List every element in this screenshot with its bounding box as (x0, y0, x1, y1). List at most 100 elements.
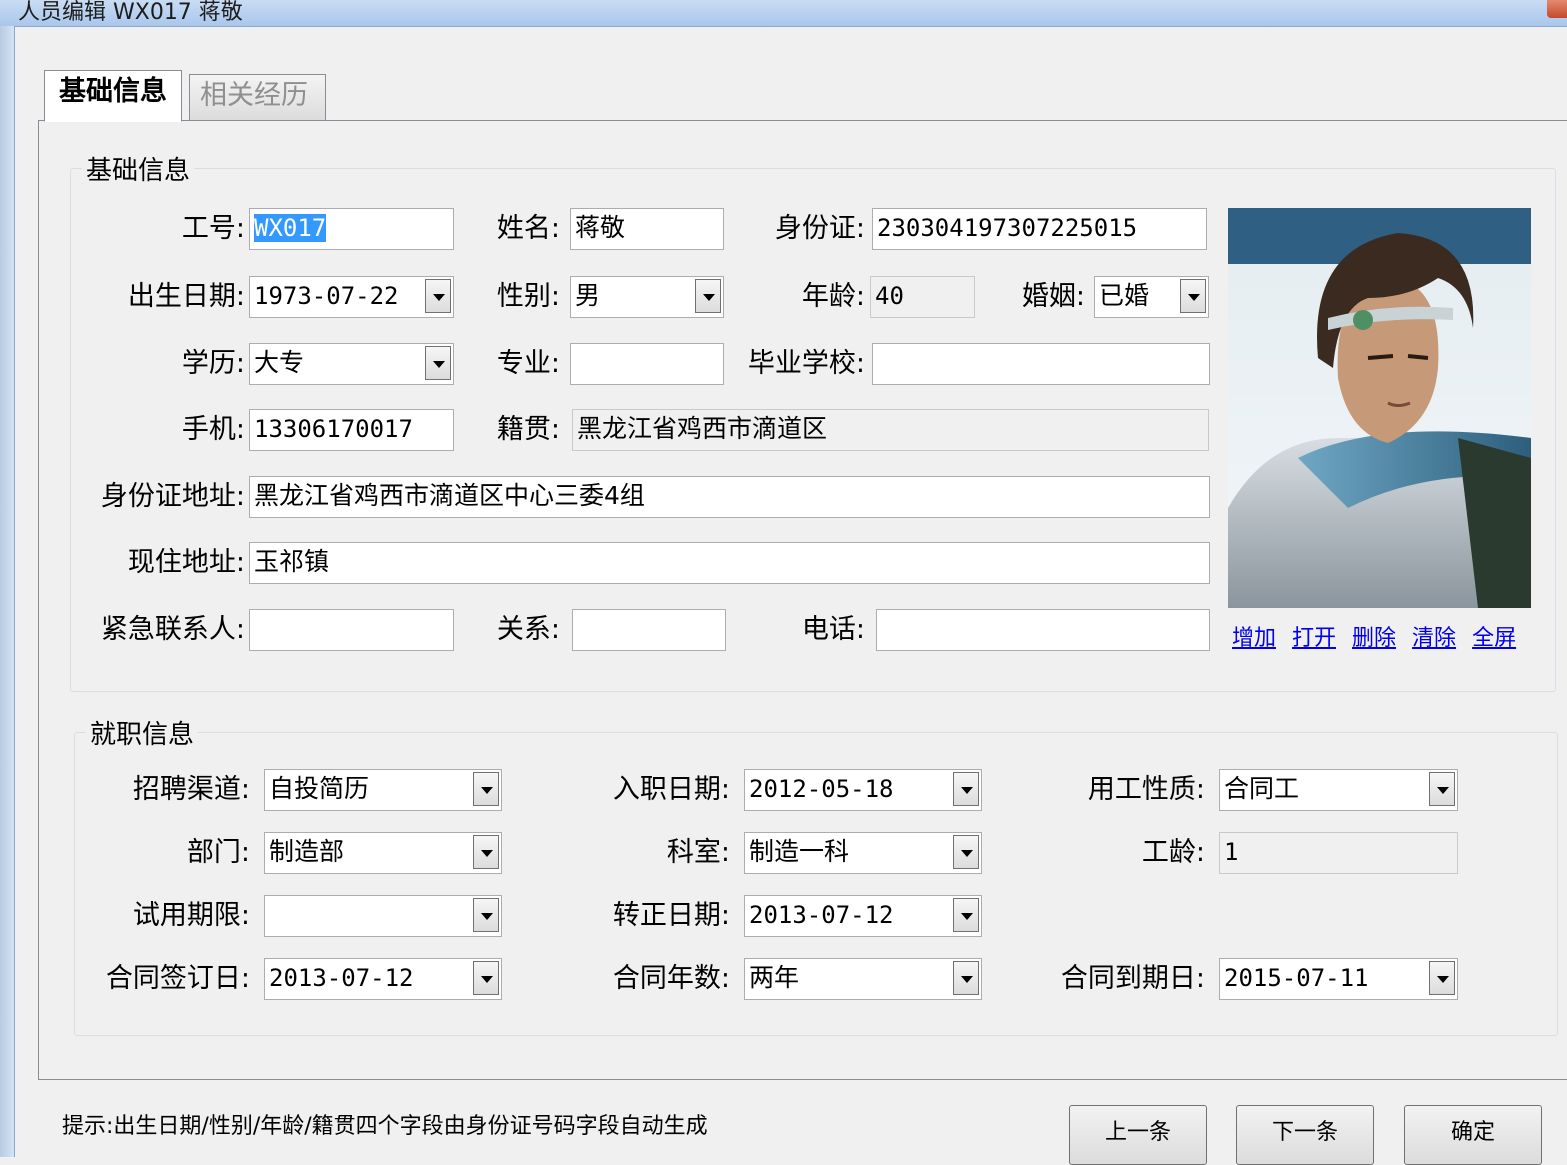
id-card-label: 身份证: (774, 213, 865, 244)
phone-label: 电话: (801, 614, 865, 645)
gender-select[interactable]: 男 (570, 276, 724, 318)
id-address-input[interactable]: 黑龙江省鸡西市滴道区中心三委4组 (249, 476, 1210, 518)
job-info-group-title: 就职信息 (86, 714, 199, 751)
major-label: 专业: (496, 348, 560, 379)
gender-value: 男 (575, 281, 601, 310)
contract-sign-label: 合同签订日: (105, 963, 250, 994)
employee-photo[interactable] (1228, 208, 1531, 608)
education-label: 学历: (181, 348, 245, 379)
contract-end-value: 2015-07-11 (1224, 964, 1369, 992)
emergency-contact-input[interactable] (249, 609, 454, 651)
chevron-down-icon[interactable] (1429, 961, 1455, 995)
birth-date-picker[interactable]: 1973-07-22 (249, 276, 454, 318)
seniority-label: 工龄: (1141, 837, 1205, 868)
emergency-contact-label: 紧急联系人: (100, 614, 245, 645)
regular-date-label: 转正日期: (612, 900, 730, 931)
department-select[interactable]: 制造部 (264, 832, 502, 874)
chevron-down-icon[interactable] (953, 772, 979, 806)
school-label: 毕业学校: (747, 348, 865, 379)
age-field[interactable]: 40 (870, 276, 975, 318)
close-icon[interactable] (1547, 0, 1567, 18)
probation-select[interactable] (264, 895, 502, 937)
emp-id-input[interactable]: WX017 (249, 208, 454, 250)
age-label: 年龄: (801, 281, 865, 312)
chevron-down-icon[interactable] (1429, 772, 1455, 806)
school-input[interactable] (872, 343, 1210, 385)
chevron-down-icon[interactable] (953, 961, 979, 995)
contract-end-label: 合同到期日: (1060, 963, 1205, 994)
marriage-value: 已婚 (1099, 281, 1150, 310)
ok-button[interactable]: 确定 (1404, 1105, 1542, 1165)
native-place-field[interactable]: 黑龙江省鸡西市滴道区 (572, 409, 1209, 451)
chevron-down-icon[interactable] (1180, 279, 1206, 313)
phone-input[interactable] (876, 609, 1210, 651)
window-frame-left (0, 26, 15, 1157)
tab-experience[interactable]: 相关经历 (189, 74, 326, 120)
chevron-down-icon[interactable] (953, 835, 979, 869)
name-label: 姓名: (496, 213, 560, 244)
channel-select[interactable]: 自投简历 (264, 769, 502, 811)
contract-years-label: 合同年数: (612, 963, 730, 994)
chevron-down-icon[interactable] (473, 835, 499, 869)
relation-label: 关系: (496, 614, 560, 645)
department-label: 部门: (186, 837, 250, 868)
id-address-label: 身份证地址: (100, 481, 245, 512)
next-record-button[interactable]: 下一条 (1236, 1105, 1374, 1165)
hire-date-picker[interactable]: 2012-05-18 (744, 769, 982, 811)
chevron-down-icon[interactable] (953, 898, 979, 932)
mobile-input[interactable]: 13306170017 (249, 409, 454, 451)
chevron-down-icon[interactable] (473, 772, 499, 806)
photo-delete-link[interactable]: 删除 (1352, 626, 1396, 651)
employment-type-select[interactable]: 合同工 (1219, 769, 1458, 811)
marriage-select[interactable]: 已婚 (1094, 276, 1209, 318)
chevron-down-icon[interactable] (473, 961, 499, 995)
chevron-down-icon[interactable] (473, 898, 499, 932)
major-input[interactable] (570, 343, 724, 385)
tab-basic-info[interactable]: 基础信息 (44, 70, 182, 122)
native-place-label: 籍贯: (496, 414, 560, 445)
prev-record-button[interactable]: 上一条 (1069, 1105, 1207, 1165)
employment-type-label: 用工性质: (1087, 774, 1205, 805)
emp-id-value: WX017 (254, 214, 327, 242)
relation-input[interactable] (572, 609, 726, 651)
photo-open-link[interactable]: 打开 (1292, 626, 1336, 651)
mobile-label: 手机: (181, 414, 245, 445)
channel-label: 招聘渠道: (132, 774, 250, 805)
hire-date-value: 2012-05-18 (749, 775, 894, 803)
photo-fullscreen-link[interactable]: 全屏 (1472, 626, 1516, 651)
current-address-input[interactable]: 玉祁镇 (249, 542, 1210, 584)
seniority-field[interactable]: 1 (1219, 832, 1458, 874)
name-input[interactable]: 蒋敬 (570, 208, 724, 250)
education-value: 大专 (254, 348, 305, 377)
id-card-input[interactable]: 230304197307225015 (872, 208, 1207, 250)
department-value: 制造部 (269, 837, 345, 866)
section-label: 科室: (666, 837, 730, 868)
photo-actions: 增加 打开 删除 清除 全屏 (1232, 620, 1525, 652)
birth-date-label: 出生日期: (127, 281, 245, 312)
portrait-illustration (1228, 233, 1531, 608)
regular-date-value: 2013-07-12 (749, 901, 894, 929)
title-bar: 人员编辑 WX017 蒋敬 (0, 0, 1567, 27)
chevron-down-icon[interactable] (425, 279, 451, 313)
chevron-down-icon[interactable] (695, 279, 721, 313)
tab-divider (38, 120, 1567, 121)
contract-sign-picker[interactable]: 2013-07-12 (264, 958, 502, 1000)
contract-years-select[interactable]: 两年 (744, 958, 982, 1000)
gender-label: 性别: (496, 281, 560, 312)
birth-date-value: 1973-07-22 (254, 282, 399, 310)
photo-clear-link[interactable]: 清除 (1412, 626, 1456, 651)
hire-date-label: 入职日期: (612, 774, 730, 805)
chevron-down-icon[interactable] (425, 346, 451, 380)
section-value: 制造一科 (749, 837, 850, 866)
probation-label: 试用期限: (132, 900, 250, 931)
marriage-label: 婚姻: (1021, 281, 1085, 312)
window-title: 人员编辑 WX017 蒋敬 (18, 0, 243, 25)
photo-add-link[interactable]: 增加 (1232, 626, 1276, 651)
regular-date-picker[interactable]: 2013-07-12 (744, 895, 982, 937)
employment-type-value: 合同工 (1224, 774, 1300, 803)
contract-end-picker[interactable]: 2015-07-11 (1219, 958, 1458, 1000)
basic-info-group-title: 基础信息 (82, 150, 195, 187)
section-select[interactable]: 制造一科 (744, 832, 982, 874)
contract-years-value: 两年 (749, 963, 800, 992)
education-select[interactable]: 大专 (249, 343, 454, 385)
